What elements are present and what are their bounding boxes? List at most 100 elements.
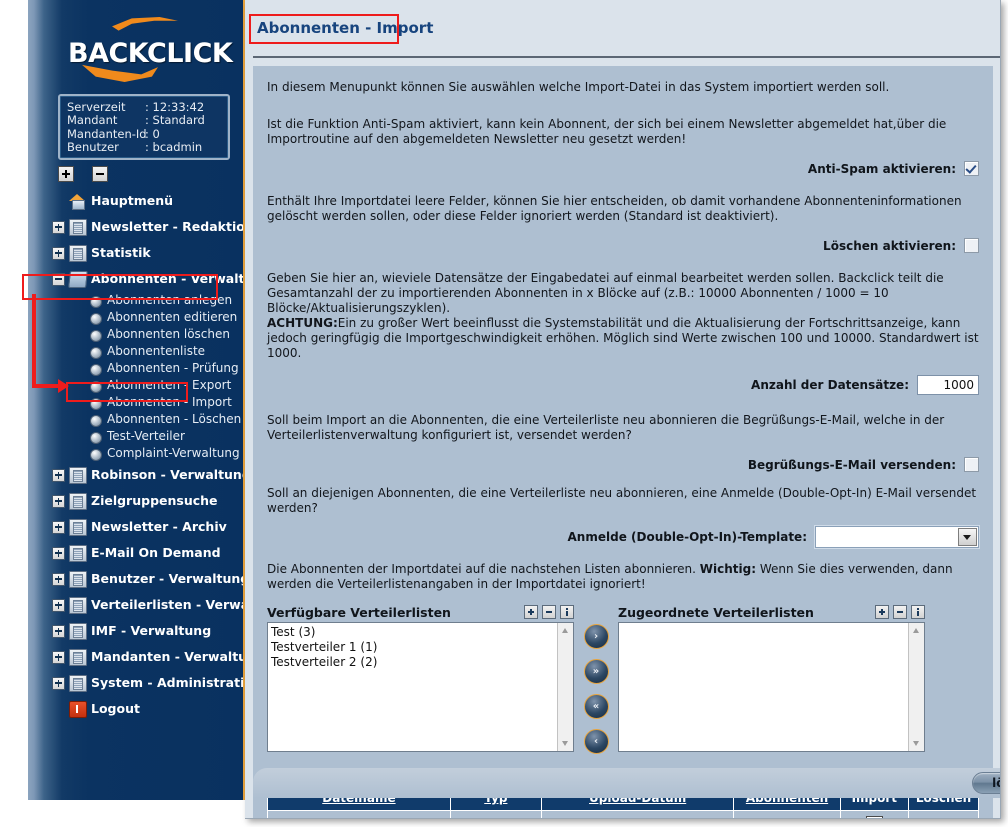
expand-icon[interactable] (52, 521, 65, 534)
expand-icon[interactable] (52, 495, 65, 508)
available-lists-box[interactable]: Test (3) Testverteiler 1 (1) Testverteil… (267, 622, 574, 752)
expand-icon[interactable] (52, 625, 65, 638)
row-delete-checkbox[interactable] (936, 818, 951, 819)
sidebar-item-abonnenten-verwaltung[interactable]: Abonnenten - Verwaltung (28, 266, 245, 292)
records-warning-text: Ein zu großer Wert beeinflusst die Syste… (267, 316, 979, 360)
move-right-all-button[interactable]: » (583, 659, 609, 684)
sidebar-item-label: Benutzer - Verwaltung (91, 571, 245, 586)
sidebar-subitem-abonnenten-loeschen-2[interactable]: Abonnenten - Löschen (28, 411, 245, 428)
assigned-lists-box[interactable] (618, 622, 925, 752)
lists-text-bold: Wichtig: (699, 562, 757, 576)
brand-logo[interactable]: BACKCLICK (28, 0, 245, 88)
server-info-key: Benutzer (67, 140, 119, 155)
scroll-down-icon[interactable] (909, 736, 924, 751)
sidebar-item-verteilerlisten-verwaltung[interactable]: Verteilerlisten - Verwaltung (28, 592, 245, 618)
expand-icon[interactable] (52, 651, 65, 664)
sidebar-item-statistik[interactable]: Statistik (28, 240, 245, 266)
subscribers-icon (68, 271, 88, 288)
expand-icon[interactable] (52, 573, 65, 586)
collapse-icon[interactable] (52, 273, 65, 286)
sidebar-item-label: Mandanten - Verwaltung (91, 649, 245, 664)
sidebar-item-benutzer-verwaltung[interactable]: Benutzer - Verwaltung (28, 566, 245, 592)
plus-icon[interactable] (875, 605, 889, 619)
swoosh-top-icon (112, 17, 178, 31)
sidebar-item-system-administration[interactable]: System - Administration (28, 670, 245, 696)
move-right-one-button[interactable]: › (583, 624, 609, 649)
plus-icon[interactable] (524, 605, 538, 619)
sidebar-subitem-label: Abonnentenliste (107, 344, 206, 358)
expand-icon[interactable] (52, 247, 65, 260)
main-panel: Abonnenten - Import In diesem Menupunkt … (245, 0, 1001, 819)
expand-all-icon[interactable] (58, 166, 74, 182)
expand-icon[interactable] (52, 599, 65, 612)
server-info-value: : bcadmin (145, 140, 203, 155)
sidebar-item-robinson-verwaltung[interactable]: Robinson - Verwaltung (28, 462, 245, 488)
list-item[interactable]: Test (3) (271, 625, 573, 640)
expand-icon[interactable] (52, 677, 65, 690)
sidebar-subitem-abonnenten-import[interactable]: Abonnenten - Import (28, 394, 245, 411)
list-item[interactable]: Testverteiler 2 (2) (271, 655, 573, 670)
delete-checkbox[interactable] (964, 238, 979, 253)
logout-icon (69, 701, 87, 718)
scroll-down-icon[interactable] (558, 736, 573, 751)
expand-icon[interactable] (52, 469, 65, 482)
chevron-down-icon[interactable] (958, 528, 977, 546)
sidebar-subitem-complaint-verwaltung[interactable]: Complaint-Verwaltung (28, 445, 245, 462)
sidebar-subitem-abonnenten-loeschen[interactable]: Abonnenten löschen (28, 326, 245, 343)
server-info-key: Mandant (67, 113, 118, 128)
sidebar-subnav-abonnenten: Abonnenten anlegen Abonnenten editieren … (28, 292, 245, 462)
antispam-label: Anti-Spam aktivieren: (807, 161, 956, 176)
cell-import (839, 810, 910, 818)
move-left-all-button[interactable]: « (583, 694, 609, 719)
antispam-checkbox[interactable] (964, 161, 979, 176)
info-icon[interactable] (560, 605, 574, 619)
lists-description: Die Abonnenten der Importdatei auf die n… (267, 562, 979, 592)
server-info-row: Mandanten-Id: 0 (60, 127, 228, 141)
sidebar-item-email-on-demand[interactable]: E-Mail On Demand (28, 540, 245, 566)
sidebar-item-label: Verteilerlisten - Verwaltung (91, 597, 245, 612)
sidebar-subitem-abonnenten-anlegen[interactable]: Abonnenten anlegen (28, 292, 245, 309)
minus-icon[interactable] (893, 605, 907, 619)
cell-dateiname: 100_Empfänger.txt (267, 810, 451, 818)
sidebar-subitem-abonnenten-export[interactable]: Abonnenten - Export (28, 377, 245, 394)
list-item[interactable]: Testverteiler 1 (1) (271, 640, 573, 655)
records-input[interactable]: 1000 (917, 375, 979, 395)
move-left-one-button[interactable]: ‹ (583, 729, 609, 754)
sidebar-item-newsletter-archiv[interactable]: Newsletter - Archiv (28, 514, 245, 540)
transfer-buttons: › » « ‹ (574, 604, 618, 754)
expand-icon[interactable] (52, 547, 65, 560)
scroll-up-icon[interactable] (558, 623, 573, 638)
minus-icon[interactable] (542, 605, 556, 619)
scroll-up-icon[interactable] (909, 623, 924, 638)
assigned-lists-scrollbar[interactable] (908, 623, 924, 751)
sidebar: BACKCLICK Serverzeit: 12:33:42 Mandant: … (28, 0, 245, 800)
doi-template-select[interactable] (815, 526, 979, 548)
sidebar-item-hauptmenue[interactable]: Hauptmenü (28, 188, 245, 214)
sidebar-item-newsletter-redaktion[interactable]: Newsletter - Redaktion (28, 214, 245, 240)
sidebar-subitem-abonnenten-pruefung[interactable]: Abonnenten - Prüfung (28, 360, 245, 377)
sidebar-subitem-label: Abonnenten anlegen (107, 293, 233, 307)
collapse-all-icon[interactable] (91, 166, 108, 182)
lists-text-1: Die Abonnenten der Importdatei auf die n… (267, 562, 700, 576)
sidebar-subitem-abonnentenliste[interactable]: Abonnentenliste (28, 343, 245, 360)
bullet-icon (90, 313, 102, 325)
info-icon[interactable] (911, 605, 925, 619)
server-info-row: Benutzer : bcadmin (60, 140, 228, 155)
folder-icon (69, 219, 87, 236)
delete-button[interactable]: löschen (972, 772, 1000, 794)
sidebar-subitem-abonnenten-editieren[interactable]: Abonnenten editieren (28, 309, 245, 326)
folder-icon (69, 649, 87, 666)
greeting-checkbox[interactable] (964, 457, 979, 472)
sidebar-subitem-test-verteiler[interactable]: Test-Verteiler (28, 428, 245, 445)
bullet-icon (90, 398, 102, 410)
footer-buttons: löschen zurück (972, 772, 1000, 794)
available-lists-scrollbar[interactable] (557, 623, 573, 751)
sidebar-item-zielgruppensuche[interactable]: Zielgruppensuche (28, 488, 245, 514)
sidebar-item-imf-verwaltung[interactable]: IMF - Verwaltung (28, 618, 245, 644)
import-file-icon[interactable] (865, 816, 883, 818)
sidebar-item-logout[interactable]: Logout (28, 696, 245, 722)
folder-icon (69, 571, 87, 588)
expand-icon[interactable] (52, 221, 65, 234)
sidebar-item-mandanten-verwaltung[interactable]: Mandanten - Verwaltung (28, 644, 245, 670)
sidebar-subitem-label: Abonnenten löschen (107, 327, 230, 341)
